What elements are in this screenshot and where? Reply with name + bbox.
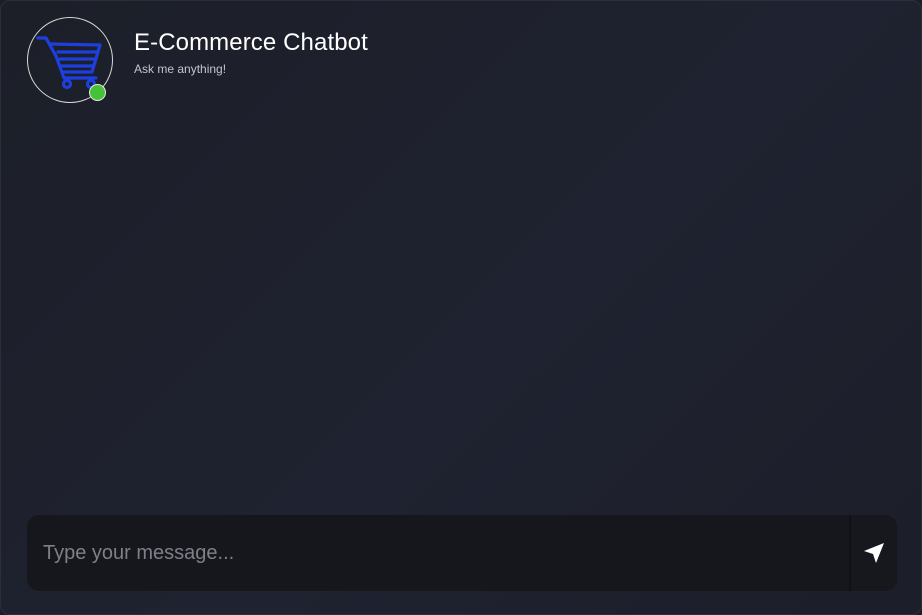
bot-avatar xyxy=(27,17,113,103)
send-button[interactable] xyxy=(849,515,897,591)
chat-header: E-Commerce Chatbot Ask me anything! xyxy=(27,17,368,103)
send-arrow-icon xyxy=(864,543,884,563)
online-status-indicator xyxy=(89,84,106,101)
header-titles: E-Commerce Chatbot Ask me anything! xyxy=(134,29,368,77)
chat-subtitle: Ask me anything! xyxy=(134,62,227,76)
message-input[interactable] xyxy=(27,515,849,591)
chat-title: E-Commerce Chatbot xyxy=(134,29,368,56)
shopping-cart-icon xyxy=(36,36,102,90)
chatbot-window: E-Commerce Chatbot Ask me anything! xyxy=(0,0,922,615)
message-composer xyxy=(27,515,897,591)
